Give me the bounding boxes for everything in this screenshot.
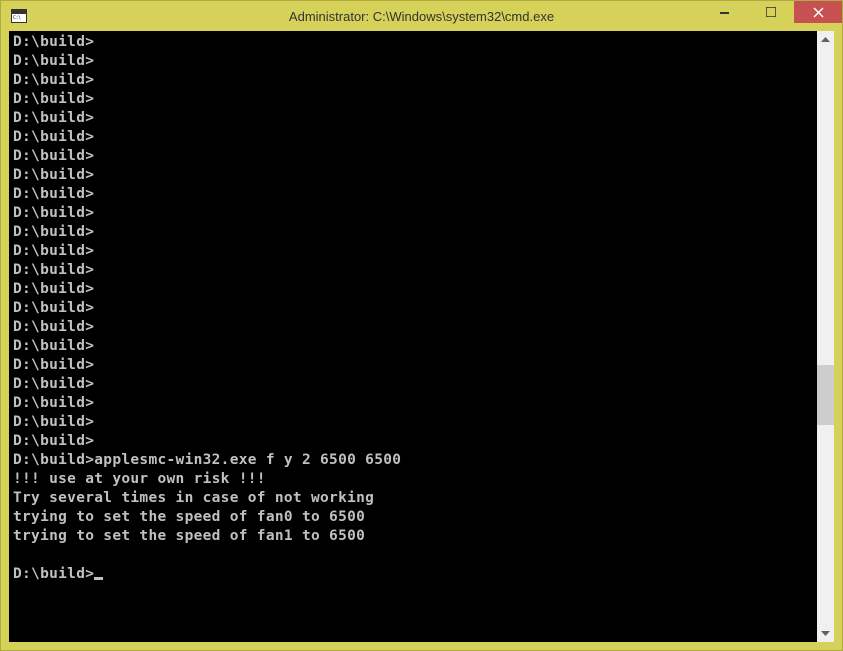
scroll-thumb[interactable] bbox=[817, 365, 834, 425]
scroll-up-button[interactable] bbox=[817, 31, 834, 48]
cmd-window: Administrator: C:\Windows\system32\cmd.e… bbox=[0, 0, 843, 651]
close-button[interactable] bbox=[794, 1, 842, 23]
terminal-output[interactable]: D:\build> D:\build> D:\build> D:\build> … bbox=[9, 31, 817, 642]
titlebar[interactable]: Administrator: C:\Windows\system32\cmd.e… bbox=[1, 1, 842, 31]
minimize-button[interactable] bbox=[702, 1, 748, 23]
scroll-down-button[interactable] bbox=[817, 625, 834, 642]
maximize-button[interactable] bbox=[748, 1, 794, 23]
scroll-track[interactable] bbox=[817, 48, 834, 625]
window-controls bbox=[702, 1, 842, 23]
cmd-icon bbox=[11, 9, 27, 23]
terminal-cursor bbox=[94, 577, 103, 580]
vertical-scrollbar[interactable] bbox=[817, 31, 834, 642]
window-title: Administrator: C:\Windows\system32\cmd.e… bbox=[289, 9, 554, 24]
content-area: D:\build> D:\build> D:\build> D:\build> … bbox=[9, 31, 834, 642]
